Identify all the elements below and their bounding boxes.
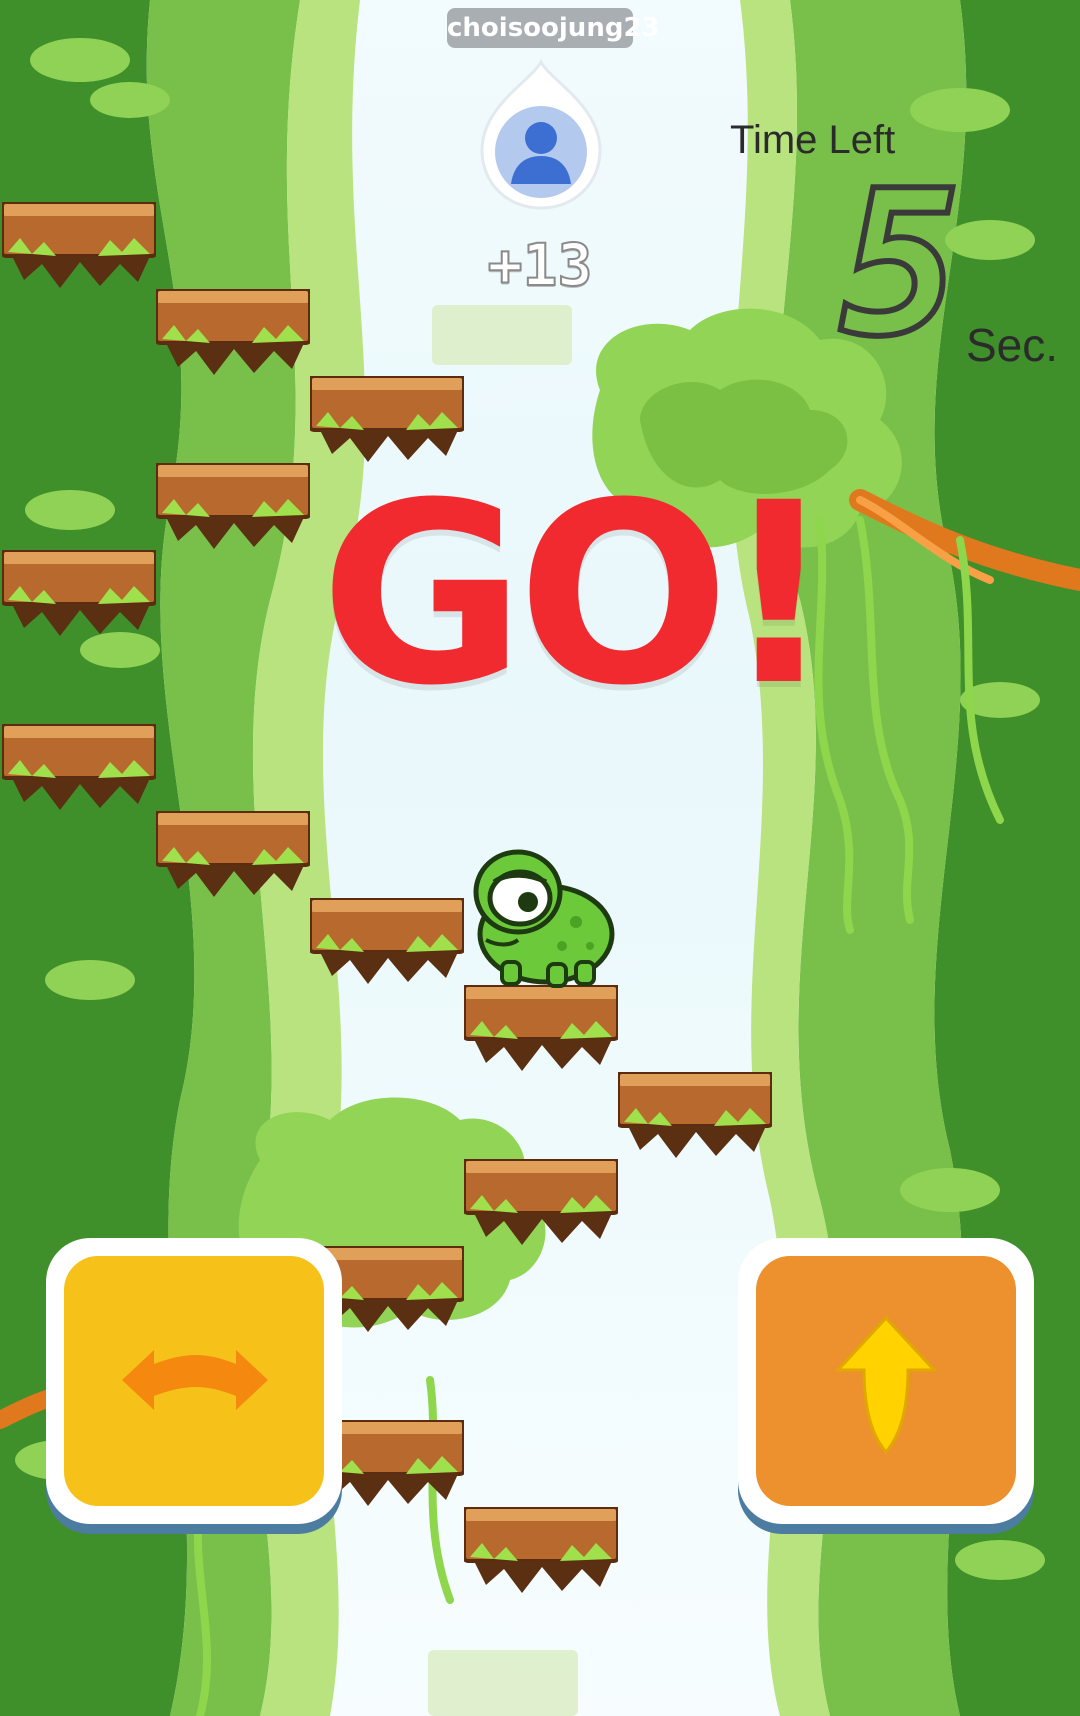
jump-button[interactable] [738,1238,1034,1524]
game-screen: choisoojung23 +13 Time Left 5 Sec. GO! [0,0,1080,1716]
score-delta: +13 [487,230,594,300]
platform [464,1507,618,1593]
platform-current [464,985,618,1071]
platform [156,289,310,375]
turn-button[interactable] [46,1238,342,1524]
user-avatar-icon [480,58,602,210]
time-left-unit: Sec. [966,319,1059,371]
platform [464,1159,618,1245]
platform [618,1072,772,1158]
platform [310,898,464,984]
go-banner: GO! [320,449,836,740]
up-arrow-icon [834,1315,938,1455]
platform [2,724,156,810]
frog-character [473,849,615,988]
platform [156,463,310,549]
turn-arrows-icon [122,1350,268,1410]
time-left-value: 5 [837,148,963,381]
platform [156,811,310,897]
platform [2,550,156,636]
platform [2,202,156,288]
player-username: choisoojung23 [447,8,660,48]
